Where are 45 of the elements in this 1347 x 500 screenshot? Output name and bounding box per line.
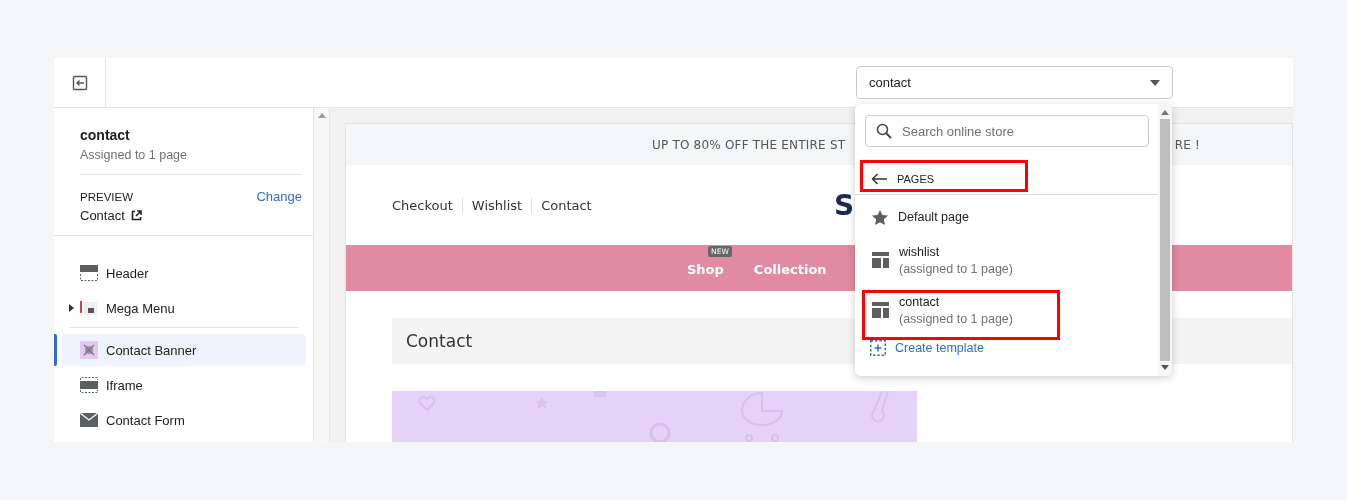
template-option[interactable]: wishlist (assigned to 1 page) xyxy=(855,239,1158,281)
announcement-text: RE ! xyxy=(1174,137,1200,152)
search-field[interactable]: Search online store xyxy=(865,115,1149,147)
exit-icon[interactable] xyxy=(71,74,88,91)
back-button[interactable]: PAGES xyxy=(855,164,1158,195)
caret-icon xyxy=(1150,79,1160,86)
menu-thumbnail-icon xyxy=(80,300,98,316)
envelope-icon xyxy=(80,413,98,427)
back-arrow-icon xyxy=(871,173,887,185)
template-select[interactable]: contact xyxy=(856,66,1173,99)
banner-thumbnail-icon xyxy=(80,341,98,359)
preview-page: Contact xyxy=(80,208,125,223)
option-title: wishlist xyxy=(899,244,941,259)
header-link[interactable]: Wishlist xyxy=(471,197,523,213)
option-title: Default page xyxy=(898,210,969,224)
template-option[interactable]: contact (assigned to 1 page) xyxy=(855,289,1158,331)
scrollbar[interactable] xyxy=(1158,104,1172,376)
announcement-text: UP TO 80% OFF THE ENTIRE ST xyxy=(652,137,846,152)
iframe-section-icon xyxy=(80,377,98,393)
section-item[interactable]: Header xyxy=(62,257,306,289)
section-item[interactable]: Contact Form xyxy=(62,404,306,436)
expand-caret-icon[interactable] xyxy=(69,304,74,312)
layout-icon xyxy=(872,252,889,268)
change-link[interactable]: Change xyxy=(256,189,302,204)
create-template-link[interactable]: Create template xyxy=(855,340,1158,356)
option-title: contact xyxy=(899,294,941,309)
option-subtitle: (assigned to 1 page) xyxy=(899,261,1013,276)
add-icon xyxy=(870,340,886,356)
template-name: contact xyxy=(80,127,131,143)
template-assignment: Assigned to 1 page xyxy=(80,148,189,162)
search-icon xyxy=(876,123,892,139)
star-icon xyxy=(872,209,888,225)
header-link[interactable]: Checkout xyxy=(392,197,453,213)
scroll-up-icon[interactable] xyxy=(1161,110,1169,115)
preview-label: PREVIEW xyxy=(80,190,134,203)
external-link-icon[interactable] xyxy=(130,210,142,221)
scroll-up-icon[interactable] xyxy=(317,113,326,118)
option-subtitle: (assigned to 1 page) xyxy=(899,311,1013,326)
page-title: Contact xyxy=(406,331,473,351)
section-item[interactable]: Mega Menu xyxy=(62,292,306,324)
layout-icon xyxy=(872,302,889,318)
template-option[interactable]: Default page xyxy=(855,203,1158,231)
header-section-icon xyxy=(80,265,98,281)
section-item[interactable]: Iframe xyxy=(62,369,306,401)
header-link[interactable]: Contact xyxy=(541,197,592,213)
